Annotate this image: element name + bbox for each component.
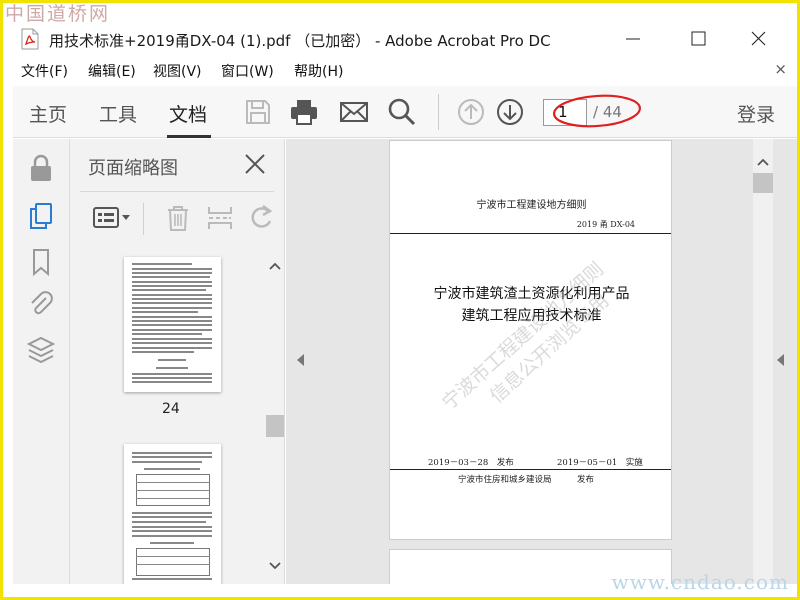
thumbnail-page-label: 24 (162, 401, 180, 417)
extract-pages-icon[interactable] (205, 203, 235, 233)
effective-date: 2019－05－01 实施 (557, 458, 643, 468)
document-header: 宁波市工程建设地方细则 (476, 200, 587, 211)
next-page-icon[interactable] (495, 97, 525, 127)
watermark-line2: 信息公开浏览专用 (485, 289, 614, 408)
maximize-button[interactable] (683, 26, 713, 52)
rotate-icon[interactable] (246, 203, 276, 233)
expand-right-panel-icon[interactable] (775, 353, 785, 367)
delete-icon[interactable] (163, 203, 193, 233)
tab-tools[interactable]: 工具 (99, 100, 137, 127)
save-icon[interactable] (243, 97, 273, 127)
page-thumbnails-panel: 页面缩略图 24 (70, 139, 285, 584)
print-icon[interactable] (289, 97, 319, 127)
menu-bar: 文件(F) 编辑(E) 视图(V) 窗口(W) 帮助(H) × (3, 58, 797, 83)
navigation-rail (13, 139, 70, 584)
menu-view[interactable]: 视图(V) (153, 61, 202, 81)
doc-scroll-up-icon[interactable] (757, 157, 769, 167)
page-thumbnails-icon[interactable] (27, 201, 55, 231)
doc-scrollbar-thumb[interactable] (753, 173, 773, 193)
screenshot-frame: 中国道桥网 用技术标准+2019甬DX-04 (1).pdf （已加密） - A… (3, 3, 797, 597)
scroll-up-icon[interactable] (269, 261, 281, 271)
email-icon[interactable] (339, 97, 369, 127)
menu-help[interactable]: 帮助(H) (294, 61, 343, 81)
close-icon[interactable] (243, 152, 267, 176)
close-window-button[interactable] (743, 26, 773, 52)
document-page: 宁波市工程建设地方细则 2019 甬 DX-04 宁波市建筑渣土资源化利用产品 … (389, 140, 672, 540)
toolbar-separator (438, 94, 439, 130)
thumbnail-options-icon[interactable] (92, 203, 132, 233)
document-watermark: 宁波市工程建设地方细则 信息公开浏览专用 (435, 221, 664, 435)
title-bar: 用技术标准+2019甬DX-04 (1).pdf （已加密） - Adobe A… (3, 20, 797, 58)
window-title: 用技术标准+2019甬DX-04 (1).pdf （已加密） - Adobe A… (49, 32, 551, 50)
issuer: 宁波市住房和城乡建设局 发布 (458, 475, 595, 485)
attachment-icon[interactable] (27, 289, 55, 319)
publish-date: 2019－03－28 发布 (428, 458, 514, 468)
document-scrollbar[interactable] (753, 139, 773, 584)
scroll-down-icon[interactable] (269, 561, 281, 571)
menu-edit[interactable]: 编辑(E) (88, 61, 136, 81)
layers-icon[interactable] (27, 335, 55, 365)
document-view: 宁波市工程建设地方细则 2019 甬 DX-04 宁波市建筑渣土资源化利用产品 … (286, 139, 797, 584)
page-thumbnail[interactable] (124, 257, 221, 392)
search-icon[interactable] (387, 97, 417, 127)
minimize-button[interactable] (618, 26, 648, 52)
previous-page-icon[interactable] (456, 97, 486, 127)
page-thumbnail[interactable] (124, 444, 221, 584)
panel-title: 页面缩略图 (88, 158, 178, 179)
scrollbar-thumb[interactable] (266, 415, 284, 437)
footer-rule (390, 469, 671, 470)
tab-document[interactable]: 文档 (169, 100, 207, 127)
login-button[interactable]: 登录 (737, 100, 775, 127)
panel-divider (80, 191, 274, 192)
main-toolbar: 主页 工具 文档 1 / 44 登录 (13, 86, 797, 138)
menu-file[interactable]: 文件(F) (21, 61, 68, 81)
annotation-ellipse (552, 94, 642, 128)
thumbnail-scrollbar[interactable] (266, 249, 284, 579)
collapse-left-panel-icon[interactable] (295, 353, 305, 367)
bookmark-icon[interactable] (27, 247, 55, 277)
lock-icon[interactable] (27, 153, 55, 183)
panel-toolbar-separator (143, 203, 144, 235)
site-watermark-bottom: www.cndao.com (611, 570, 789, 594)
tab-home[interactable]: 主页 (29, 100, 67, 127)
menu-window[interactable]: 窗口(W) (221, 61, 274, 81)
pdf-file-icon (21, 28, 39, 50)
active-tab-indicator (167, 135, 211, 138)
close-document-button[interactable]: × (774, 60, 787, 78)
